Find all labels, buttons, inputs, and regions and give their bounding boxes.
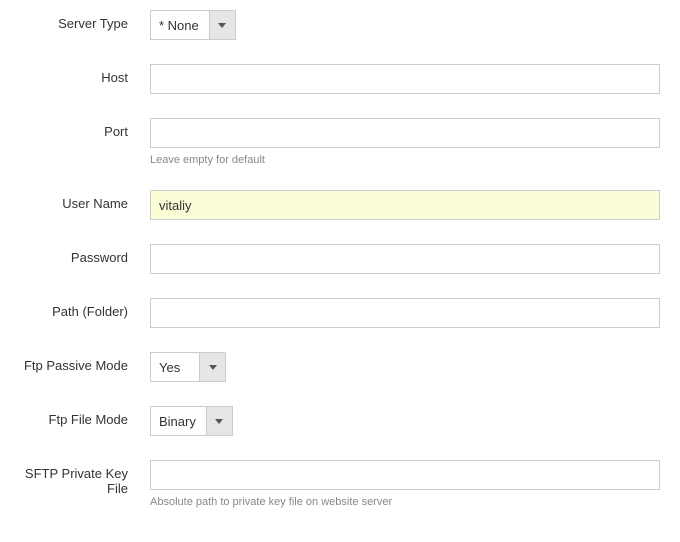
port-help-text: Leave empty for default [150,154,660,166]
chevron-down-icon [209,11,235,39]
password-input[interactable] [150,244,660,274]
sftp-private-key-help-text: Absolute path to private key file on web… [150,496,660,508]
ftp-passive-mode-select[interactable]: Yes [150,352,226,382]
user-name-input[interactable] [150,190,660,220]
host-input[interactable] [150,64,660,94]
port-label: Port [20,118,150,139]
server-type-label: Server Type [20,10,150,31]
ftp-file-mode-select[interactable]: Binary [150,406,233,436]
chevron-down-icon [199,353,225,381]
ftp-file-mode-value: Binary [151,407,206,435]
server-type-value: * None [151,11,209,39]
chevron-down-icon [206,407,232,435]
path-input[interactable] [150,298,660,328]
sftp-private-key-label: SFTP Private Key File [20,460,150,496]
path-label: Path (Folder) [20,298,150,319]
host-label: Host [20,64,150,85]
port-input[interactable] [150,118,660,148]
ftp-file-mode-label: Ftp File Mode [20,406,150,427]
user-name-label: User Name [20,190,150,211]
password-label: Password [20,244,150,265]
server-type-select[interactable]: * None [150,10,236,40]
sftp-private-key-input[interactable] [150,460,660,490]
ftp-passive-mode-label: Ftp Passive Mode [20,352,150,373]
ftp-passive-mode-value: Yes [151,353,199,381]
